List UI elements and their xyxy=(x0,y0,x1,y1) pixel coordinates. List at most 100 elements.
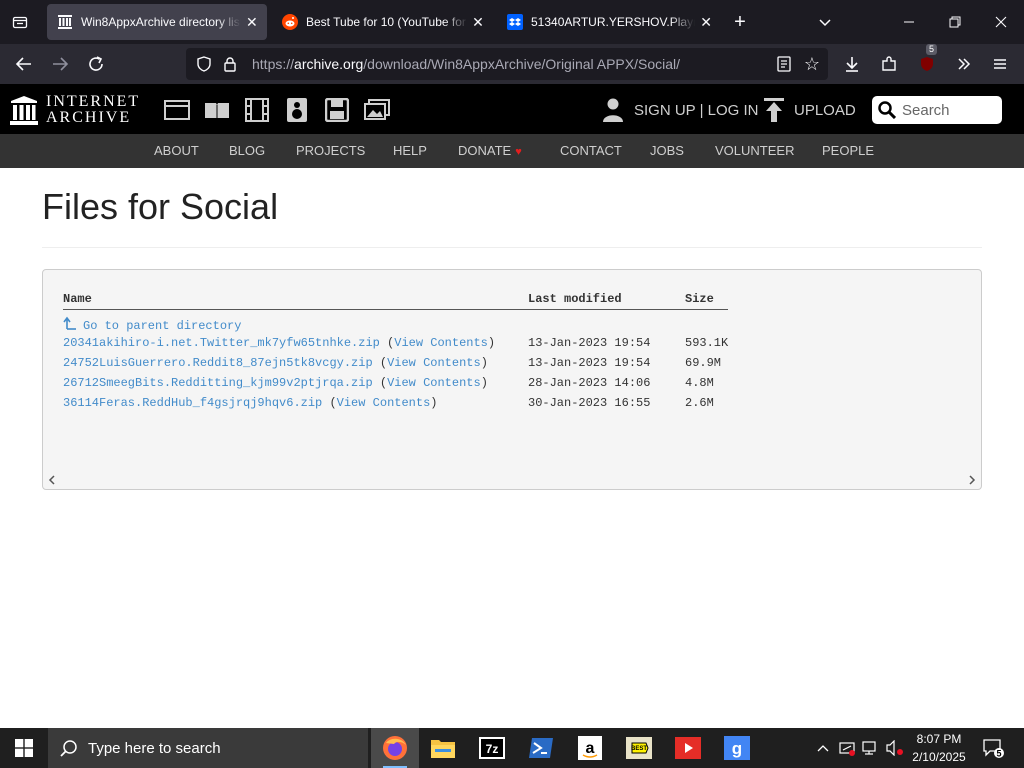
file-link[interactable]: 36114Feras.ReddHub_f4gsjrqj9hqv6.zip xyxy=(63,396,322,410)
upload-link[interactable]: UPLOAD xyxy=(764,96,856,124)
network-icon[interactable] xyxy=(860,728,882,768)
hamburger-menu-icon[interactable] xyxy=(986,50,1014,78)
column-name[interactable]: Name xyxy=(63,292,92,306)
volume-muted-icon[interactable] xyxy=(884,728,906,768)
directory-table: Name Last modified Size Go to parent dir… xyxy=(63,290,763,412)
ia-logo[interactable]: INTERNET ARCHIVE xyxy=(10,94,140,126)
video-icon[interactable] xyxy=(243,96,271,124)
ia-subnav: ABOUT BLOG PROJECTS HELP DONATE ♥ CONTACT… xyxy=(0,134,1024,168)
tab-title: Best Tube for 10 (YouTube for Windows) xyxy=(306,15,468,29)
file-modified: 28-Jan-2023 14:06 xyxy=(528,376,651,390)
view-contents-link[interactable]: View Contents xyxy=(394,336,488,350)
ia-search-box[interactable] xyxy=(872,96,1002,124)
url-path: /download/Win8AppxArchive/Original APPX/… xyxy=(363,56,681,72)
overflow-menu-icon[interactable] xyxy=(950,50,978,78)
horizontal-scrollbar[interactable] xyxy=(43,471,981,489)
7zip-icon[interactable]: 7z xyxy=(468,728,516,768)
table-header: Name Last modified Size xyxy=(63,290,728,310)
view-contents-link[interactable]: View Contents xyxy=(387,376,481,390)
software-icon[interactable] xyxy=(323,96,351,124)
archive-favicon-icon xyxy=(57,14,73,30)
reader-view-icon[interactable] xyxy=(774,54,794,74)
scroll-right-icon[interactable] xyxy=(965,473,979,487)
lock-icon[interactable] xyxy=(220,54,240,74)
clock-time: 8:07 PM xyxy=(916,732,962,746)
wifi-disconnected-icon[interactable] xyxy=(836,728,858,768)
view-contents-link[interactable]: View Contents xyxy=(337,396,431,410)
file-link[interactable]: 26712SmeegBits.Redditting_kjm99v2ptjrqa.… xyxy=(63,376,373,390)
restore-icon[interactable] xyxy=(932,0,978,44)
forward-arrow-icon[interactable] xyxy=(46,50,74,78)
file-modified: 30-Jan-2023 16:55 xyxy=(528,396,651,410)
bestbuy-icon[interactable]: BEST xyxy=(615,728,663,768)
list-all-tabs-icon[interactable] xyxy=(8,10,32,34)
chevron-down-icon[interactable] xyxy=(813,10,837,34)
tab-dropbox[interactable]: 51340ARTUR.YERSHOV.Playrforall ✕ xyxy=(497,4,721,40)
nav-help[interactable]: HELP xyxy=(393,134,427,168)
ublock-origin-icon[interactable]: 5 xyxy=(913,44,941,78)
firefox-icon[interactable] xyxy=(371,728,419,768)
column-size[interactable]: Size xyxy=(685,292,714,306)
scroll-left-icon[interactable] xyxy=(45,473,59,487)
youtube-icon[interactable] xyxy=(664,728,712,768)
table-row: 26712SmeegBits.Redditting_kjm99v2ptjrqa.… xyxy=(63,376,714,390)
signup-login-link[interactable]: SIGN UP | LOG IN xyxy=(602,96,758,124)
new-tab-icon[interactable]: + xyxy=(728,10,752,34)
signup-label: SIGN UP | LOG IN xyxy=(634,101,759,119)
close-tab-icon[interactable]: ✕ xyxy=(472,14,484,30)
close-tab-icon[interactable]: ✕ xyxy=(245,14,259,30)
audio-icon[interactable] xyxy=(283,96,311,124)
system-clock[interactable]: 8:07 PM 2/10/2025 xyxy=(908,730,970,766)
extensions-icon[interactable] xyxy=(875,50,903,78)
tracking-shield-icon[interactable] xyxy=(194,54,214,74)
texts-icon[interactable] xyxy=(203,96,231,124)
nav-contact[interactable]: CONTACT xyxy=(560,134,622,168)
close-tab-icon[interactable]: ✕ xyxy=(699,14,713,30)
web-icon[interactable] xyxy=(163,96,191,124)
amazon-icon[interactable]: a xyxy=(566,728,614,768)
tab-archive[interactable]: Win8AppxArchive directory listing ✕ xyxy=(47,4,267,40)
nav-people[interactable]: PEOPLE xyxy=(822,134,874,168)
back-arrow-icon[interactable] xyxy=(10,50,38,78)
taskbar-search-placeholder: Type here to search xyxy=(88,739,221,757)
file-explorer-icon[interactable] xyxy=(419,728,467,768)
tab-title: 51340ARTUR.YERSHOV.Playrforall xyxy=(531,15,696,29)
taskbar: Type here to search 7z a BEST g 8:07 PM … xyxy=(0,728,1024,768)
tab-reddit[interactable]: Best Tube for 10 (YouTube for Windows) ✕ xyxy=(272,4,492,40)
taskbar-search[interactable]: Type here to search xyxy=(48,728,368,768)
directory-listing-box: Name Last modified Size Go to parent dir… xyxy=(42,269,982,490)
google-icon[interactable]: g xyxy=(713,728,761,768)
tray-chevron-up-icon[interactable] xyxy=(812,728,834,768)
nav-blog[interactable]: BLOG xyxy=(229,134,265,168)
reddit-favicon-icon xyxy=(282,14,298,30)
nav-about[interactable]: ABOUT xyxy=(154,134,199,168)
ia-search-input[interactable] xyxy=(900,100,994,120)
url-text[interactable]: https://archive.org/download/Win8AppxArc… xyxy=(252,56,680,72)
parent-directory-link[interactable]: Go to parent directory xyxy=(63,316,241,333)
nav-projects[interactable]: PROJECTS xyxy=(296,134,365,168)
view-contents-link[interactable]: View Contents xyxy=(387,356,481,370)
close-window-icon[interactable] xyxy=(978,0,1024,44)
reload-icon[interactable] xyxy=(82,50,110,78)
nav-jobs[interactable]: JOBS xyxy=(650,134,684,168)
url-bar[interactable]: https://archive.org/download/Win8AppxArc… xyxy=(186,48,828,80)
minimize-icon[interactable] xyxy=(886,0,932,44)
table-row: 20341akihiro-i.net.Twitter_mk7yfw65tnhke… xyxy=(63,336,729,350)
file-link[interactable]: 20341akihiro-i.net.Twitter_mk7yfw65tnhke… xyxy=(63,336,380,350)
bookmark-star-icon[interactable]: ☆ xyxy=(802,54,822,74)
powershell-icon[interactable] xyxy=(517,728,565,768)
parent-arrow-icon xyxy=(63,316,76,330)
notification-center-icon[interactable]: 5 xyxy=(978,728,1008,768)
downloads-icon[interactable] xyxy=(838,50,866,78)
nav-donate-label: DONATE xyxy=(458,143,512,158)
images-icon[interactable] xyxy=(363,96,391,124)
notification-count: 5 xyxy=(996,749,1001,759)
column-modified[interactable]: Last modified xyxy=(528,292,622,306)
svg-text:a: a xyxy=(586,740,595,757)
search-icon[interactable] xyxy=(878,101,896,119)
file-link[interactable]: 24752LuisGuerrero.Reddit8_87ejn5tk8vcgy.… xyxy=(63,356,373,370)
nav-volunteer[interactable]: VOLUNTEER xyxy=(715,134,794,168)
nav-donate[interactable]: DONATE ♥ xyxy=(458,134,522,168)
windows-start-icon[interactable] xyxy=(0,728,48,768)
divider xyxy=(42,247,982,248)
